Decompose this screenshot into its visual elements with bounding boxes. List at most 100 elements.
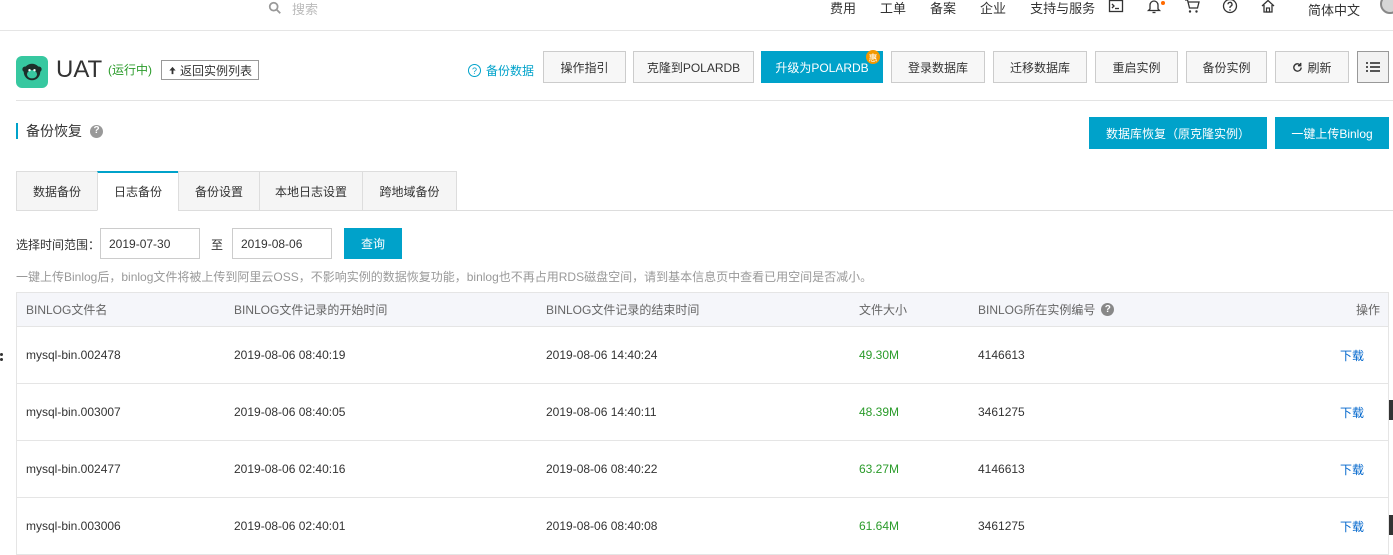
monkey-icon: [22, 63, 42, 81]
scrollbar-thumb[interactable]: [1389, 400, 1393, 420]
query-label: 查询: [360, 237, 385, 251]
restart-label: 重启实例: [1112, 60, 1161, 75]
tab-label: 备份设置: [194, 184, 243, 199]
start-time: 2019-08-06 08:40:19: [234, 348, 346, 362]
clone-to-polardb-button[interactable]: 克隆到POLARDB: [633, 51, 754, 83]
tab-backup-settings[interactable]: 备份设置: [178, 171, 259, 211]
cart-icon[interactable]: [1184, 0, 1200, 14]
file-size: 48.39M: [859, 405, 900, 419]
back-to-list-button[interactable]: 返回实例列表: [161, 60, 260, 80]
guide-button[interactable]: 操作指引: [543, 51, 626, 83]
terminal-icon[interactable]: [1108, 0, 1124, 14]
top-nav-icons: [1108, 0, 1298, 14]
section-title-text: 备份恢复: [26, 123, 82, 139]
column-header-instance-text: BINLOG所在实例编号: [978, 303, 1096, 317]
migrate-database-button[interactable]: 迁移数据库: [993, 51, 1087, 83]
binlog-name: mysql-bin.003006: [26, 519, 121, 533]
login-database-button[interactable]: 登录数据库: [891, 51, 985, 83]
instance-name: UAT: [56, 56, 103, 83]
nav-link-support[interactable]: 支持与服务: [1030, 0, 1095, 17]
tab-local-log-settings[interactable]: 本地日志设置: [259, 171, 362, 211]
time-range-label: 选择时间范围：: [16, 238, 101, 252]
migrate-label: 迁移数据库: [1009, 60, 1070, 75]
page-edge-marker: [0, 353, 3, 356]
header-divider: [16, 100, 1393, 101]
start-time: 2019-08-06 02:40:16: [234, 462, 346, 476]
database-restore-button[interactable]: 数据库恢复（原克隆实例）: [1089, 117, 1267, 149]
menu-button[interactable]: [1357, 51, 1389, 83]
backup-instance-button[interactable]: 备份实例: [1186, 51, 1267, 83]
instance-id: 3461275: [978, 519, 1025, 533]
backup-data-link[interactable]: ? 备份数据: [468, 62, 534, 79]
start-date-input[interactable]: [100, 228, 200, 259]
download-link[interactable]: 下载: [1340, 441, 1364, 497]
table-row: mysql-bin.003007 2019-08-06 08:40:05 201…: [16, 384, 1389, 441]
to-label: 至: [211, 238, 224, 252]
instance-id: 3461275: [978, 405, 1025, 419]
search-placeholder[interactable]: 搜索: [292, 0, 318, 18]
nav-link-ticket[interactable]: 工单: [880, 0, 906, 17]
tab-label: 日志备份: [113, 185, 162, 199]
column-header-end: BINLOG文件记录的结束时间: [546, 293, 699, 326]
tab-data-backup[interactable]: 数据备份: [16, 171, 97, 211]
restart-instance-button[interactable]: 重启实例: [1095, 51, 1178, 83]
binlog-name: mysql-bin.002477: [26, 462, 121, 476]
query-button[interactable]: 查询: [344, 228, 402, 259]
start-time: 2019-08-06 08:40:05: [234, 405, 346, 419]
list-icon: [1366, 62, 1380, 72]
upload-arrow-icon: [169, 66, 176, 74]
upgrade-label: 升级为POLARDB: [775, 60, 869, 75]
bell-icon[interactable]: [1146, 0, 1165, 14]
language-switch[interactable]: 简体中文: [1308, 0, 1360, 19]
login-label: 登录数据库: [907, 60, 968, 75]
tab-cross-region-backup[interactable]: 跨地域备份: [362, 171, 457, 211]
database-restore-label: 数据库恢复（原克隆实例）: [1105, 126, 1250, 141]
tab-log-backup[interactable]: 日志备份: [97, 171, 178, 211]
notification-dot: [1161, 1, 1165, 5]
column-header-start-text: BINLOG文件记录的开始时间: [234, 303, 388, 317]
download-link[interactable]: 下载: [1340, 384, 1364, 440]
file-size: 61.64M: [859, 519, 900, 533]
instance-status: (运行中): [108, 63, 152, 77]
home-icon[interactable]: [1260, 0, 1276, 14]
top-search[interactable]: 搜索: [268, 0, 318, 18]
end-date-input[interactable]: [232, 228, 332, 259]
scrollbar-thumb[interactable]: [1389, 515, 1393, 535]
upgrade-to-polardb-button[interactable]: 升级为POLARDB 惠: [761, 50, 883, 83]
clone-label: 克隆到POLARDB: [646, 60, 741, 75]
column-header-size: 文件大小: [859, 293, 907, 326]
section-title: 备份恢复 ?: [16, 123, 103, 139]
nav-link-fee[interactable]: 费用: [830, 0, 856, 17]
end-time: 2019-08-06 14:40:24: [546, 348, 658, 362]
guide-label: 操作指引: [560, 60, 609, 75]
help-icon[interactable]: ?: [90, 124, 103, 138]
end-time: 2019-08-06 14:40:11: [546, 405, 657, 419]
start-time: 2019-08-06 02:40:01: [234, 519, 346, 533]
binlog-table: BINLOG文件名 BINLOG文件记录的开始时间 BINLOG文件记录的结束时…: [16, 292, 1389, 555]
refresh-button[interactable]: 刷新: [1275, 51, 1349, 83]
help-icon[interactable]: [1222, 0, 1238, 14]
nav-link-filing[interactable]: 备案: [930, 0, 956, 17]
end-time: 2019-08-06 08:40:22: [546, 462, 658, 476]
table-row: mysql-bin.003006 2019-08-06 02:40:01 201…: [16, 498, 1389, 555]
page-edge-marker: [0, 358, 3, 361]
nav-link-enterprise[interactable]: 企业: [980, 0, 1006, 17]
column-header-size-text: 文件大小: [859, 303, 908, 317]
top-nav-links: 费用 工单 备案 企业 支持与服务: [830, 0, 1119, 17]
upload-notice: 一键上传Binlog后，binlog文件将被上传到阿里云OSS，不影响实例的数据…: [16, 270, 873, 284]
backup-data-label: 备份数据: [486, 64, 535, 78]
avatar[interactable]: [1380, 0, 1393, 14]
download-link[interactable]: 下载: [1340, 327, 1364, 383]
tab-label: 跨地域备份: [379, 184, 440, 199]
instance-logo: [16, 56, 48, 88]
discount-badge: 惠: [866, 50, 880, 64]
help-icon[interactable]: ?: [1101, 303, 1115, 316]
download-link[interactable]: 下载: [1340, 498, 1364, 554]
binlog-name: mysql-bin.003007: [26, 405, 121, 419]
upload-binlog-button[interactable]: 一键上传Binlog: [1275, 117, 1389, 149]
file-size: 49.30M: [859, 348, 900, 362]
search-icon: [268, 1, 281, 14]
table-header: BINLOG文件名 BINLOG文件记录的开始时间 BINLOG文件记录的结束时…: [16, 292, 1389, 327]
tab-label: 本地日志设置: [274, 184, 347, 199]
tabs-divider: [456, 210, 1393, 211]
